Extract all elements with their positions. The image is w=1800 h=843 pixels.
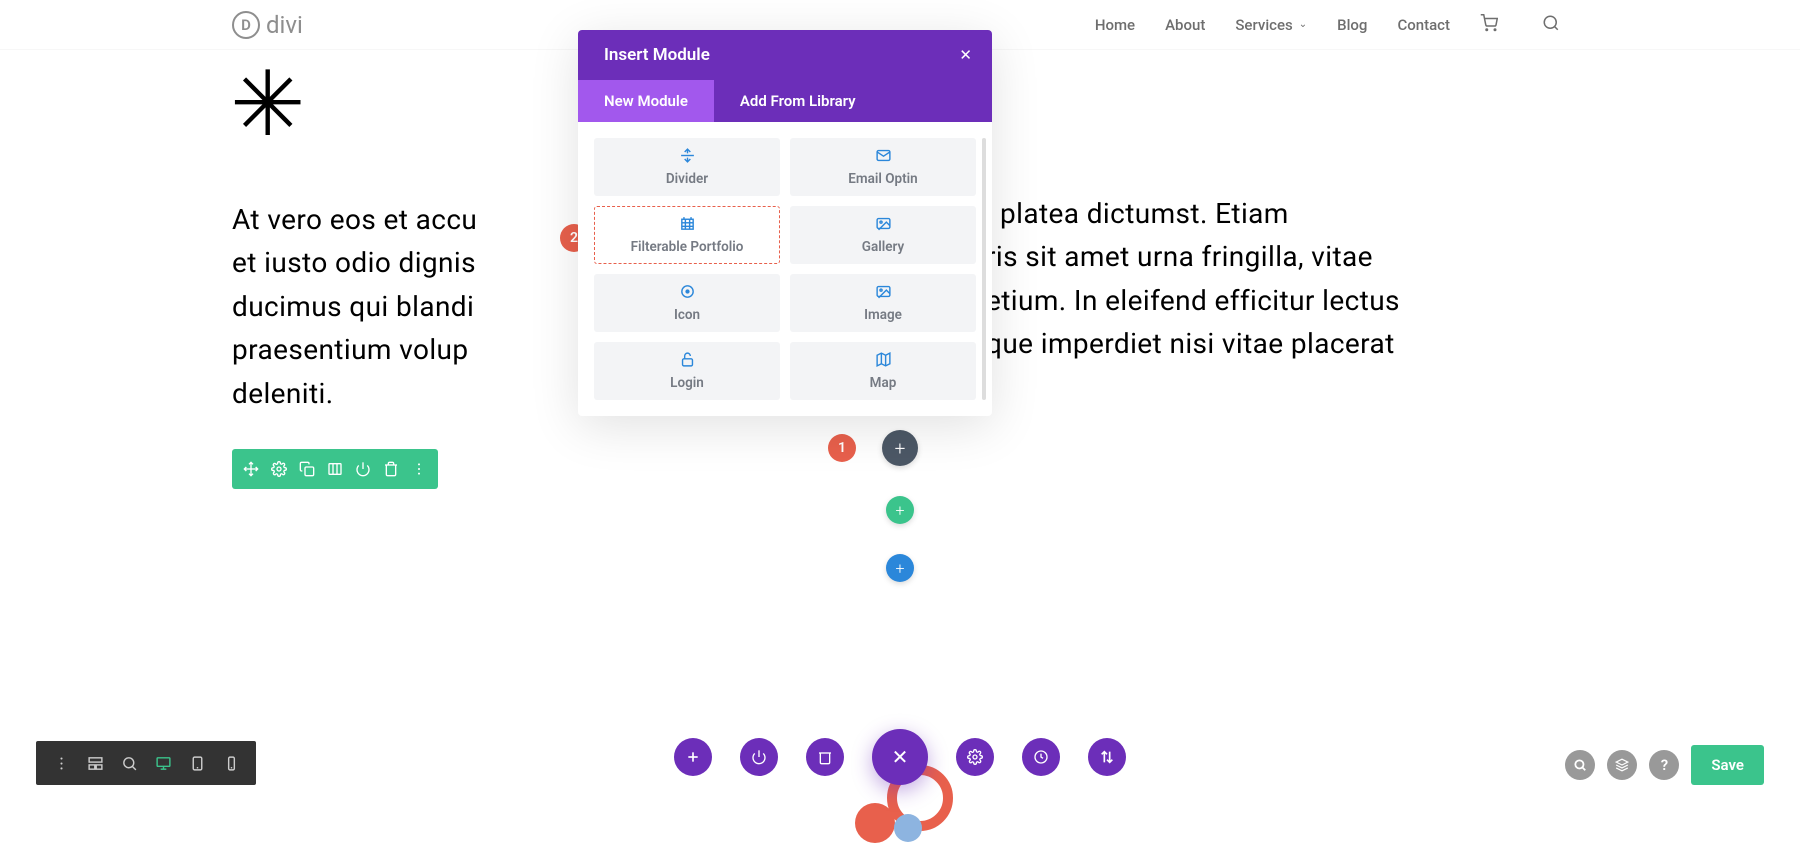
tablet-icon[interactable] bbox=[180, 741, 214, 785]
menu-icon[interactable] bbox=[44, 741, 78, 785]
builder-settings-button[interactable] bbox=[956, 738, 994, 776]
module-map[interactable]: Map bbox=[790, 342, 976, 400]
move-icon[interactable] bbox=[238, 457, 264, 481]
search-help-icon[interactable] bbox=[1565, 750, 1595, 780]
columns-icon[interactable] bbox=[322, 457, 348, 481]
view-toolbar bbox=[36, 741, 256, 785]
map-icon bbox=[875, 351, 892, 372]
bottom-right-controls: ? Save bbox=[1565, 745, 1764, 785]
nav-blog[interactable]: Blog bbox=[1337, 16, 1367, 34]
tab-new-module[interactable]: New Module bbox=[578, 80, 714, 122]
primary-nav: Home About Services⌄ Blog Contact bbox=[1095, 14, 1560, 36]
module-gallery[interactable]: Gallery bbox=[790, 206, 976, 264]
site-logo[interactable]: D divi bbox=[232, 11, 303, 39]
desktop-icon[interactable] bbox=[146, 741, 180, 785]
module-login[interactable]: Login bbox=[594, 342, 780, 400]
add-module-button[interactable]: + bbox=[882, 430, 918, 466]
layers-icon[interactable] bbox=[1607, 750, 1637, 780]
power-icon[interactable] bbox=[350, 457, 376, 481]
builder-actions: ✕ bbox=[674, 729, 1126, 785]
callout-1: 1 bbox=[828, 434, 856, 462]
module-email-optin[interactable]: Email Optin bbox=[790, 138, 976, 196]
module-filterable-portfolio[interactable]: Filterable Portfolio bbox=[594, 206, 780, 264]
column2-text: platea dictumst. Etiam ris sit amet urna… bbox=[1000, 192, 1520, 366]
builder-sort-button[interactable] bbox=[1088, 738, 1126, 776]
grid-icon bbox=[679, 215, 696, 236]
zoom-icon[interactable] bbox=[112, 741, 146, 785]
phone-icon[interactable] bbox=[214, 741, 248, 785]
add-section-button[interactable]: + bbox=[886, 554, 914, 582]
builder-power-button[interactable] bbox=[740, 738, 778, 776]
logo-text: divi bbox=[266, 11, 303, 39]
module-image[interactable]: Image bbox=[790, 274, 976, 332]
add-row-button[interactable]: + bbox=[886, 496, 914, 524]
save-button[interactable]: Save bbox=[1691, 745, 1764, 785]
nav-home[interactable]: Home bbox=[1095, 16, 1135, 34]
module-icon[interactable]: Icon bbox=[594, 274, 780, 332]
target-icon bbox=[679, 283, 696, 304]
cart-icon[interactable] bbox=[1480, 14, 1498, 36]
gear-icon[interactable] bbox=[266, 457, 292, 481]
more-icon[interactable] bbox=[406, 457, 432, 481]
wireframe-icon[interactable] bbox=[78, 741, 112, 785]
builder-trash-button[interactable] bbox=[806, 738, 844, 776]
search-icon[interactable] bbox=[1542, 14, 1560, 36]
nav-services[interactable]: Services⌄ bbox=[1235, 16, 1307, 34]
builder-add-button[interactable] bbox=[674, 738, 712, 776]
builder-history-button[interactable] bbox=[1022, 738, 1060, 776]
nav-about[interactable]: About bbox=[1165, 16, 1205, 34]
close-icon[interactable]: ✕ bbox=[959, 46, 972, 64]
gallery-icon bbox=[875, 215, 892, 236]
add-buttons: + + + bbox=[882, 430, 918, 582]
duplicate-icon[interactable] bbox=[294, 457, 320, 481]
insert-module-modal: Insert Module ✕ New Module Add From Libr… bbox=[578, 30, 992, 416]
image-icon bbox=[875, 283, 892, 304]
logo-mark-icon: D bbox=[232, 11, 260, 39]
builder-close-button[interactable]: ✕ bbox=[872, 729, 928, 785]
nav-contact[interactable]: Contact bbox=[1397, 16, 1450, 34]
divider-icon bbox=[679, 147, 696, 168]
lock-open-icon bbox=[679, 351, 696, 372]
tab-add-from-library[interactable]: Add From Library bbox=[714, 80, 882, 122]
help-icon[interactable]: ? bbox=[1649, 750, 1679, 780]
mail-icon bbox=[875, 147, 892, 168]
chevron-down-icon: ⌄ bbox=[1299, 19, 1307, 30]
module-divider[interactable]: Divider bbox=[594, 138, 780, 196]
row-toolbar bbox=[232, 449, 438, 489]
trash-icon[interactable] bbox=[378, 457, 404, 481]
modal-title: Insert Module bbox=[604, 45, 710, 65]
